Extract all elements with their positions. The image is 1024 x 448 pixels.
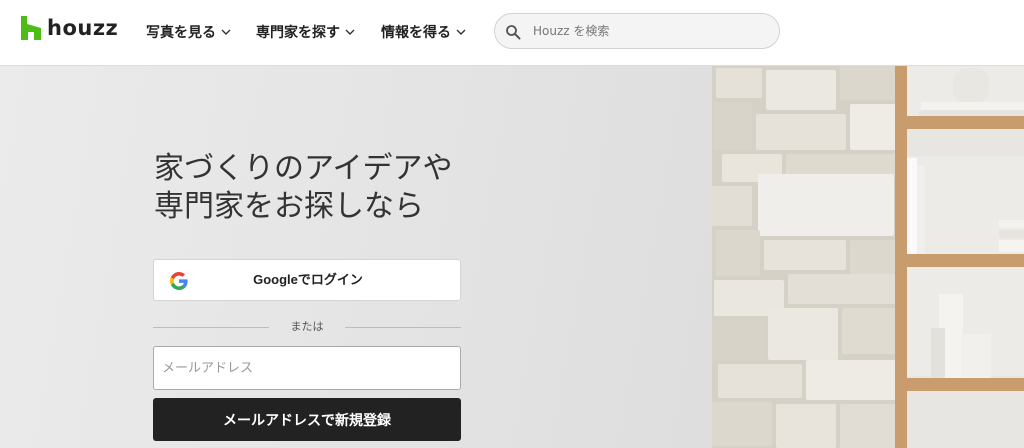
nav-photos[interactable]: 写真を見る xyxy=(146,20,231,44)
nav-professionals-label: 専門家を探す xyxy=(256,25,340,41)
or-divider: または xyxy=(153,318,461,336)
nav-learn-label: 情報を得る xyxy=(381,25,451,41)
houzz-h-icon xyxy=(21,16,41,40)
stone-wall-image xyxy=(712,66,900,448)
chevron-down-icon xyxy=(456,29,466,35)
hero-headline-line2: 専門家をお探しなら xyxy=(154,189,424,224)
bookshelf-image xyxy=(895,66,1024,448)
top-header: houzz 写真を見る 専門家を探す 情報を得る xyxy=(0,0,1024,66)
google-login-label: Googleでログイン xyxy=(253,272,363,287)
search-input[interactable] xyxy=(533,14,769,48)
brand-name: houzz xyxy=(47,16,119,40)
divider-line-right xyxy=(345,327,461,328)
email-signup-button[interactable]: メールアドレスで新規登録 xyxy=(153,398,461,441)
hero-headline: 家づくりのアイデアや 専門家をお探しなら xyxy=(154,150,574,226)
nav-photos-label: 写真を見る xyxy=(146,25,216,41)
search-bar[interactable] xyxy=(494,13,780,49)
search-icon xyxy=(506,25,521,40)
chevron-down-icon xyxy=(221,29,231,35)
chevron-down-icon xyxy=(345,29,355,35)
email-field[interactable] xyxy=(153,346,461,390)
nav-learn[interactable]: 情報を得る xyxy=(381,20,466,44)
nav-professionals[interactable]: 専門家を探す xyxy=(256,20,355,44)
google-login-button[interactable]: Googleでログイン xyxy=(153,259,461,301)
houzz-logo[interactable]: houzz xyxy=(21,16,118,40)
hero-headline-line1: 家づくりのアイデアや xyxy=(154,151,453,186)
